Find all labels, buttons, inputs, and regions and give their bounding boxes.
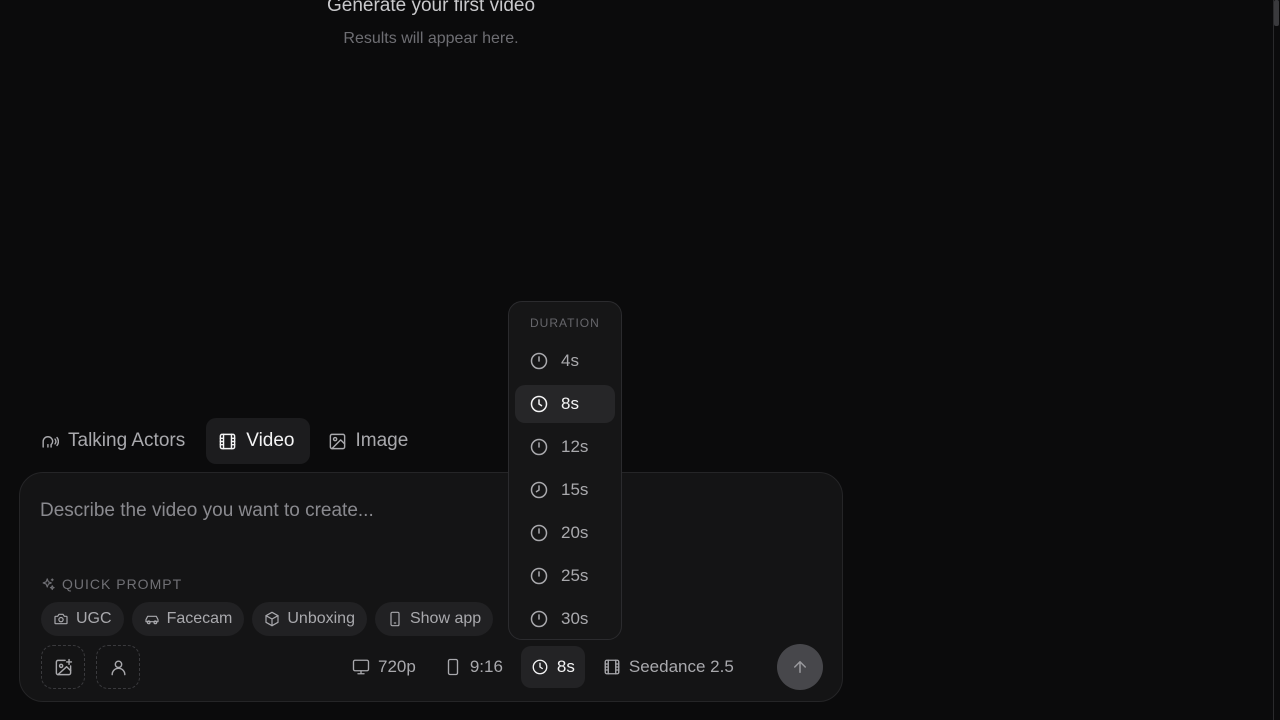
- tab-label: Talking Actors: [68, 430, 186, 451]
- duration-option-label: 12s: [561, 437, 589, 456]
- duration-option-25s[interactable]: 25s: [515, 557, 615, 595]
- resolution-button[interactable]: 720p: [342, 646, 426, 688]
- duration-option-label: 20s: [561, 523, 589, 542]
- film-icon: [604, 659, 620, 675]
- duration-option-label: 4s: [561, 351, 579, 370]
- phone-icon: [447, 658, 459, 676]
- tab-talking-actors[interactable]: Talking Actors: [28, 418, 200, 464]
- empty-state-subtitle: Results will appear here.: [343, 30, 519, 47]
- duration-option-4s[interactable]: 4s: [515, 342, 615, 380]
- sparkles-icon: [42, 577, 55, 590]
- chip-label: Unboxing: [287, 610, 355, 627]
- model-button[interactable]: Seedance 2.5: [593, 646, 744, 688]
- chip-label: Facecam: [166, 610, 233, 627]
- chip-unboxing[interactable]: Unboxing: [252, 602, 367, 636]
- duration-menu-header: DURATION: [530, 316, 600, 330]
- phone-icon: [390, 611, 400, 627]
- aspect-ratio-button[interactable]: 9:16: [434, 646, 513, 688]
- duration-option-label: 8s: [561, 394, 579, 413]
- duration-button[interactable]: 8s: [520, 646, 585, 688]
- tab-video[interactable]: Video: [206, 418, 310, 464]
- box-icon: [265, 611, 279, 627]
- quick-prompt-chips: UGC Facecam Unboxing Show app: [41, 602, 494, 636]
- clock-icon: [532, 659, 548, 675]
- user-icon: [110, 659, 126, 675]
- film-icon: [219, 433, 236, 449]
- duration-option-30s[interactable]: 30s: [515, 600, 615, 638]
- duration-option-15s[interactable]: 15s: [515, 471, 615, 509]
- duration-option-8s[interactable]: 8s: [515, 385, 615, 423]
- prompt-input[interactable]: [40, 497, 500, 525]
- duration-option-label: 25s: [561, 566, 589, 585]
- aspect-ratio-value: 9:16: [469, 657, 503, 676]
- duration-options: 4s 8s 12s 15s 20s 25s 30s: [515, 342, 615, 638]
- timer-icon: [530, 524, 548, 542]
- image-add-icon: [55, 658, 72, 675]
- timer-icon: [530, 567, 548, 585]
- tab-image[interactable]: Image: [316, 418, 424, 464]
- resolution-value: 720p: [378, 657, 416, 676]
- prompt-composer: QUICK PROMPT UGC Facecam Unboxing Show a…: [19, 472, 843, 702]
- clock-icon: [530, 395, 548, 413]
- duration-option-20s[interactable]: 20s: [515, 514, 615, 552]
- mode-tabs: Talking Actors Video Image: [28, 418, 423, 464]
- chip-facecam[interactable]: Facecam: [131, 602, 245, 636]
- chip-show-app[interactable]: Show app: [374, 602, 494, 636]
- monitor-icon: [352, 659, 370, 675]
- quick-prompt-text: QUICK PROMPT: [62, 576, 183, 592]
- duration-option-12s[interactable]: 12s: [515, 428, 615, 466]
- tab-label: Image: [355, 430, 409, 451]
- image-icon: [329, 433, 345, 449]
- timer-icon: [530, 610, 548, 628]
- arrow-up-icon: [794, 661, 806, 673]
- model-value: Seedance 2.5: [628, 657, 734, 676]
- duration-option-label: 30s: [561, 609, 589, 628]
- chip-label: UGC: [76, 610, 112, 627]
- quick-prompt-label: QUICK PROMPT: [41, 576, 182, 592]
- camera-icon: [54, 613, 68, 625]
- empty-state-title: Generate your first video: [326, 0, 536, 16]
- tab-label: Video: [246, 430, 295, 451]
- chip-label: Show app: [409, 610, 482, 627]
- duration-value: 8s: [556, 657, 575, 676]
- duration-option-label: 15s: [561, 480, 589, 499]
- empty-state: Generate your first video Results will a…: [0, 0, 862, 48]
- scrollbar[interactable]: [1270, 0, 1280, 720]
- timer-icon: [530, 352, 548, 370]
- add-image-button[interactable]: [41, 645, 85, 689]
- car-icon: [144, 615, 159, 625]
- add-actor-button[interactable]: [96, 645, 140, 689]
- chip-ugc[interactable]: UGC: [41, 602, 124, 636]
- send-button[interactable]: [777, 644, 823, 690]
- timer-icon: [530, 438, 548, 456]
- talking-head-icon: [42, 435, 59, 448]
- generation-settings: 720p 9:16 8s Seedance 2.5: [342, 646, 744, 688]
- timer-icon: [530, 481, 548, 499]
- duration-dropdown: DURATION 4s 8s 12s 15s 20s 25s 30s: [508, 301, 622, 640]
